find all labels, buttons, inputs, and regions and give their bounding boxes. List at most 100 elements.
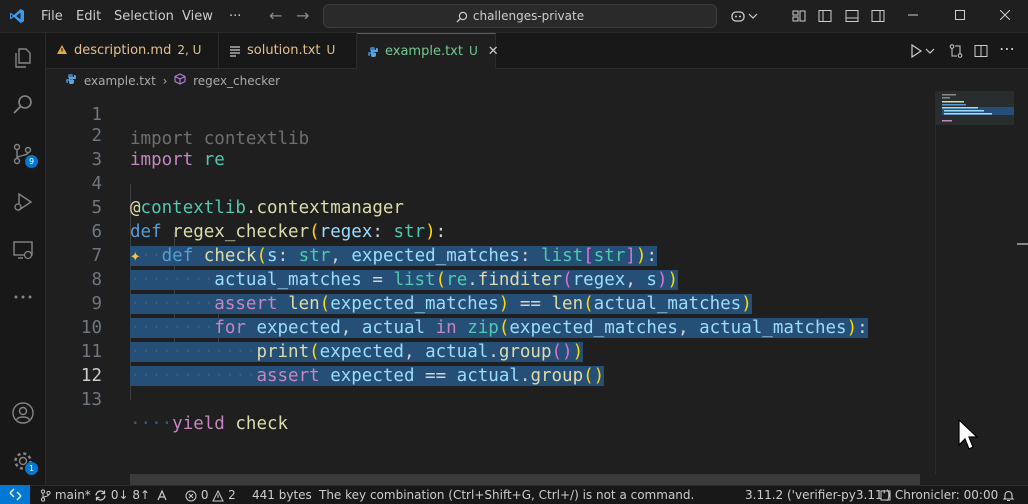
more-views-icon[interactable] [11,285,35,309]
chronicler-label: Chronicler: 00:00 [894,488,999,502]
code-line-11: 11 ············assert expected == actual… [46,316,935,386]
branch-status[interactable]: main* [40,486,91,504]
code-editor[interactable]: 1 import contextlib 2 import re 3 4 @con… [46,91,935,474]
vscode-logo-icon [10,9,24,23]
search-text: challenges-private [472,9,585,23]
tab-status: U [326,43,336,57]
menu-selection[interactable]: Selection [114,0,174,33]
minimap[interactable] [935,91,1015,474]
info-icon [57,44,67,54]
code-line-13: 13 ····yield check [46,364,935,434]
vertical-scrollbar[interactable] [1015,91,1028,474]
mouse-cursor-icon [958,419,978,450]
more-actions-icon[interactable]: ⋯ [999,39,1015,58]
file-size: 441 bytes [252,488,312,502]
toggle-secondary-sidebar-icon[interactable] [870,8,886,24]
python-interpreter[interactable]: 3.11.2 ('verifier-py3.11') [745,486,891,504]
stop-square-icon [880,490,891,501]
sync-icon [95,490,106,501]
sync-counts: 0↓ 8↑ [110,488,151,502]
close-icon [999,9,1011,21]
code-line-8: 8 ········assert len(expected_matches) =… [46,244,935,314]
explorer-files-icon[interactable] [11,46,35,70]
warning-count: 2 [228,488,236,502]
symbol-method-icon [174,72,186,88]
tab-status: 2, U [177,43,202,57]
back-arrow-icon[interactable]: ← [269,6,282,25]
minimize-button[interactable] [890,0,936,33]
minimap-preview [936,91,1014,125]
breadcrumb-separator-icon: › [162,73,168,88]
breadcrumb: example.txt › regex_checker [46,69,280,91]
chevron-down-icon[interactable] [748,8,758,24]
python-icon [368,46,378,57]
python-env-icon[interactable] [156,486,169,504]
close-window-button[interactable] [982,0,1028,33]
manage-badge: 1 [25,462,38,475]
code-line-12: 12 [46,340,935,386]
copilot-icon[interactable] [730,8,746,24]
sync-status[interactable]: 0↓ 8↑ [94,486,150,504]
customize-layout-icon[interactable] [791,8,807,24]
accounts-icon[interactable] [11,401,35,425]
more-menu-button[interactable]: ··· [229,0,241,33]
toggle-primary-sidebar-icon[interactable] [817,8,833,24]
minimize-icon [908,14,918,16]
source-control-badge: 9 [25,155,38,168]
breadcrumb-symbol[interactable]: regex_checker [193,74,280,88]
code-line-7: 7 ········actual_matches = list(re.findi… [46,220,935,290]
command-center-search[interactable]: challenges-private [323,4,717,28]
search-icon [456,11,468,22]
notifications-bell-icon[interactable] [1002,486,1015,504]
tab-label: description.md [74,43,172,58]
run-chevron-down-icon[interactable] [925,43,935,59]
editor-tab-bar: description.md 2, U solution.txt U example… [46,33,1028,69]
text-lines-icon [230,45,240,57]
toggle-panel-icon[interactable] [844,8,860,24]
error-count: 0 [200,488,209,502]
remote-icon [9,488,22,501]
menu-edit[interactable]: Edit [76,0,101,33]
maximize-icon [955,10,965,20]
breadcrumb-file[interactable]: example.txt [84,74,156,88]
tab-solution-txt[interactable]: solution.txt U [219,33,357,68]
activity-bar: 9 1 [0,33,46,485]
run-debug-icon[interactable] [11,190,35,214]
branch-name: main* [54,488,91,502]
chronicler-status[interactable]: Chronicler: 00:00 [880,486,998,504]
maximize-button[interactable] [937,0,983,33]
line-number: 13 [80,390,102,410]
status-bar: main* 0↓ 8↑ 0 2 441 bytes The key combin… [0,485,1028,504]
tab-description-md[interactable]: description.md 2, U [46,33,219,68]
code-line-4: 4 @contextlib.contextmanager [46,148,935,218]
python-file-icon [65,73,77,88]
status-message: The key combination (Ctrl+Shift+G, Ctrl+… [319,488,695,502]
code-line-6: 6 ✦··def check(s: str, expected_matches:… [46,196,935,266]
horizontal-scrollbar[interactable] [130,474,920,485]
git-branch-icon [40,489,51,502]
tab-label: example.txt [385,44,463,59]
tab-status: U [468,44,478,58]
remote-explorer-icon[interactable] [11,238,35,262]
close-tab-icon[interactable]: ✕ [488,44,499,59]
code-line-5: 5 def regex_checker(regex: str): [46,172,935,242]
run-file-icon[interactable] [908,43,924,59]
menu-file[interactable]: File [41,0,63,33]
title-bar: File Edit Selection View ··· ← → challen… [0,0,1028,33]
warning-icon [212,489,225,501]
error-icon [185,490,197,501]
remote-indicator-button[interactable] [0,485,30,504]
problems-status[interactable]: 0 2 [185,486,236,504]
code-line-10: 10 ············print(expected, actual.gr… [46,292,935,362]
compare-changes-icon[interactable] [948,43,964,59]
forward-arrow-icon[interactable]: → [296,6,309,25]
code-line-9: 9 ········for expected, actual in zip(ex… [46,268,935,338]
code-text: ····yield check [130,414,289,434]
tab-label: solution.txt [247,43,321,58]
split-editor-icon[interactable] [973,43,989,59]
tab-example-txt[interactable]: example.txt U ✕ [357,33,499,69]
search-icon[interactable] [11,93,35,117]
scrollbar-cursor-marker [1017,243,1028,245]
code-line-3: 3 [46,124,935,170]
menu-view[interactable]: View [182,0,213,33]
